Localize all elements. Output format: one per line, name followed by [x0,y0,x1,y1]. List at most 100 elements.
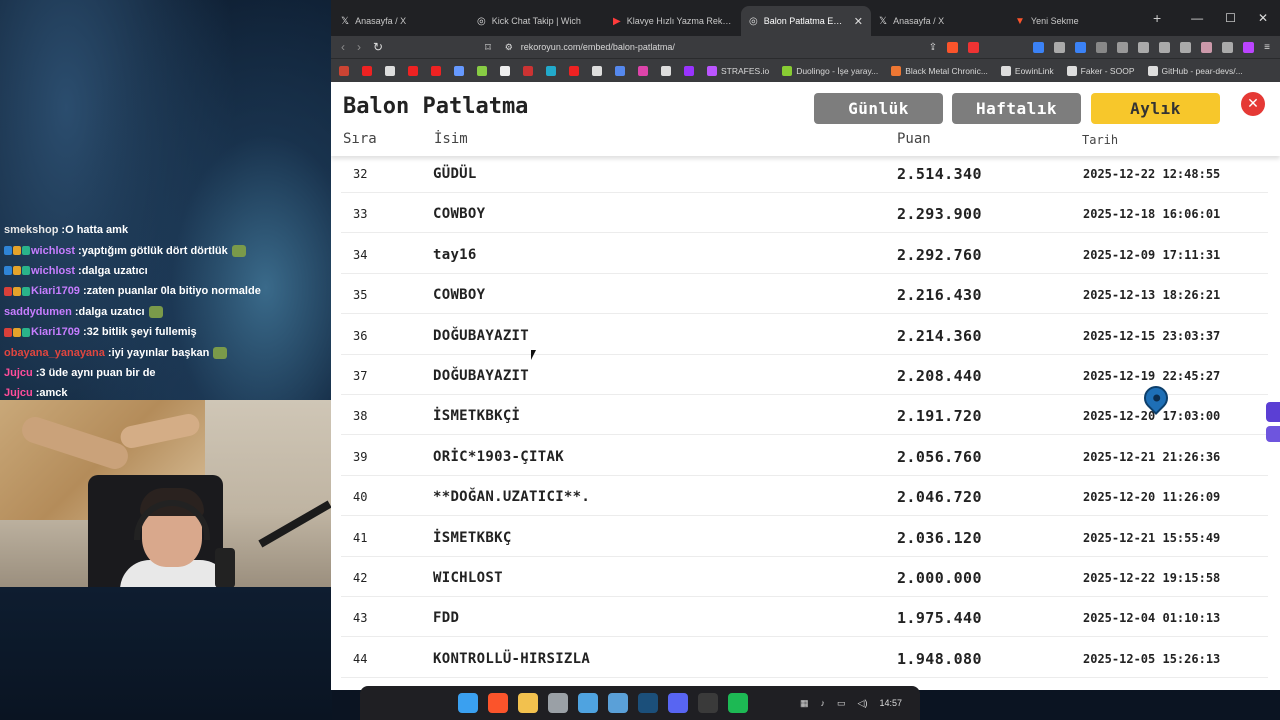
table-row[interactable]: 40 **DOĞAN.UZATICI**. 2.046.720 2025-12-20 … [341,478,1268,517]
side-widget-icon[interactable] [1266,402,1280,422]
windows-start-icon[interactable] [458,693,478,713]
bookmark-item[interactable]: STRAFES.io [707,65,769,76]
browser-tab[interactable]: ▶ Klavye Hızlı Yazma Rekoru Kı [605,6,741,36]
bookmark-item[interactable] [362,65,372,76]
microphone-icon[interactable]: ♪ [821,698,826,708]
bookmark-item[interactable]: GitHub - pear-devs/... [1147,65,1243,76]
extensions-puzzle-icon[interactable] [1096,41,1108,53]
tray-icon[interactable]: ▦ [800,698,809,709]
browser-tab[interactable]: ◎ Kick Chat Takip | Wich [469,6,605,36]
bookmark-item[interactable] [339,65,349,76]
leo-icon[interactable] [1201,41,1213,53]
site-info-icon[interactable]: ⚙ [505,42,513,53]
chat-username[interactable]: Kiari1709 [31,285,80,297]
music-icon[interactable] [1138,41,1150,53]
brave-shields-icon[interactable] [947,41,959,53]
daily-button[interactable]: Günlük [814,93,943,124]
chat-username[interactable]: Jujcu [4,367,33,379]
new-tab-icon[interactable]: + [1153,10,1161,26]
bookmark-item[interactable] [569,65,579,76]
extension-icon-3[interactable] [1075,41,1087,53]
table-row[interactable]: 35 COWBOY 2.216.430 2025-12-13 18:26:21 [341,276,1268,315]
discord-icon[interactable] [668,693,688,713]
close-tab-icon[interactable]: ✕ [854,15,863,28]
chat-username[interactable]: saddydumen [4,306,72,318]
bookmark-item[interactable]: Duolingo - İşe yaray... [782,65,878,76]
side-widget-icon-2[interactable] [1266,426,1280,442]
menu-icon[interactable]: ≡ [1264,42,1270,53]
chat-username[interactable]: Jujcu [4,387,33,399]
bookmark-item[interactable] [684,65,694,76]
volume-icon[interactable]: ◁) [858,698,868,709]
bookmark-item[interactable] [638,65,648,76]
bookmark-item[interactable]: Black Metal Chronic... [891,65,988,76]
bookmark-item[interactable] [477,65,487,76]
bookmark-item[interactable]: Faker - SOOP [1066,65,1135,76]
close-icon[interactable]: ✕ [1241,92,1265,116]
minimize-icon[interactable]: — [1191,11,1203,25]
profile-icon[interactable] [1243,41,1255,53]
table-row[interactable]: 33 COWBOY 2.293.900 2025-12-18 16:06:01 [341,195,1268,234]
table-row[interactable]: 43 FDD 1.975.440 2025-12-04 01:10:13 [341,599,1268,638]
monthly-button[interactable]: Aylık [1091,93,1220,124]
brave-icon[interactable] [488,693,508,713]
extension-icon-2[interactable] [1054,41,1066,53]
bookmark-item[interactable] [385,65,395,76]
folder-icon[interactable] [518,693,538,713]
chat-username[interactable]: wichlost [31,265,75,277]
clock[interactable]: 14:57 [879,698,902,708]
chat-username[interactable]: obayana_yanayana [4,347,105,359]
url-field[interactable]: rekoroyun.com/embed/balon-patlatma/ [521,42,675,52]
bookmark-item[interactable] [523,65,533,76]
browser-tab[interactable]: ▼ Yeni Sekme [1007,6,1143,36]
back-icon[interactable]: ‹ [341,40,345,54]
obs-icon[interactable] [698,693,718,713]
bookmark-item[interactable] [546,65,556,76]
table-row[interactable]: 32 GÜDÜL 2.514.340 2025-12-22 12:48:55 [341,155,1268,193]
sidebar-icon[interactable] [1159,41,1171,53]
app-icon[interactable] [608,693,628,713]
browser-tab[interactable]: 𝕏 Anasayfa / X [871,6,1007,36]
chat-username[interactable]: smekshop [4,224,58,236]
bookmark-item[interactable] [661,65,671,76]
table-row[interactable]: 41 İSMETKBKÇ 2.036.120 2025-12-21 15:55:49 [341,518,1268,557]
network-icon[interactable]: ▭ [837,698,846,709]
wallet-icon[interactable] [1180,41,1192,53]
bookmark-item[interactable] [408,65,418,76]
date-cell: 2025-12-15 23:03:37 [1083,328,1221,343]
browser-tab[interactable]: ◎ Balon Patlatma Embed E ✕ [741,6,871,36]
vpn-icon[interactable] [1222,41,1234,53]
chat-username[interactable]: Kiari1709 [31,326,80,338]
table-row[interactable]: 38 İSMETKBKÇİ 2.191.720 2025-12-20 17:03:00 [341,397,1268,436]
table-row[interactable]: 36 DOĞUBAYAZIT 2.214.360 2025-12-15 23:03:3… [341,316,1268,355]
bookmark-icon[interactable]: ⌑ [485,41,491,54]
reload-icon[interactable]: ↻ [373,40,383,54]
weekly-button[interactable]: Haftalık [952,93,1081,124]
brave-rewards-icon[interactable] [968,41,980,53]
extension-icon-4[interactable] [1117,41,1129,53]
globe-icon: ◎ [749,15,758,27]
steam-icon[interactable] [638,693,658,713]
bookmark-item[interactable] [431,65,441,76]
photos-icon[interactable] [578,693,598,713]
table-row[interactable]: 39 ORİC*1903-ÇITAK 2.056.760 2025-12-21 21:… [341,437,1268,476]
bookmark-item[interactable] [592,65,602,76]
forward-icon[interactable]: › [357,40,361,54]
browser-tab[interactable]: 𝕏 Anasayfa / X [333,6,469,36]
share-icon[interactable]: ⇪ [929,42,937,53]
date-cell: 2025-12-22 19:15:58 [1083,571,1221,585]
table-row[interactable]: 44 KONTROLLÜ-HIRSIZLA 1.948.080 2025-12-05 … [341,639,1268,678]
close-window-icon[interactable]: ✕ [1258,11,1268,25]
tool-icon[interactable] [548,693,568,713]
extension-icon-1[interactable] [1033,41,1045,53]
maximize-icon[interactable]: ☐ [1225,11,1236,25]
chat-username[interactable]: wichlost [31,245,75,257]
bookmark-item[interactable] [615,65,625,76]
spotify-icon[interactable] [728,693,748,713]
bookmark-item[interactable] [454,65,464,76]
table-row[interactable]: 37 DOĞUBAYAZIT 2.208.440 2025-12-19 22:45:2… [341,357,1268,395]
bookmark-item[interactable] [500,65,510,76]
bookmark-item[interactable]: EowinLink [1000,65,1054,76]
table-row[interactable]: 34 tay16 2.292.760 2025-12-09 17:11:31 [341,235,1268,274]
table-row[interactable]: 42 WICHLOST 2.000.000 2025-12-22 19:15:58 [341,559,1268,597]
